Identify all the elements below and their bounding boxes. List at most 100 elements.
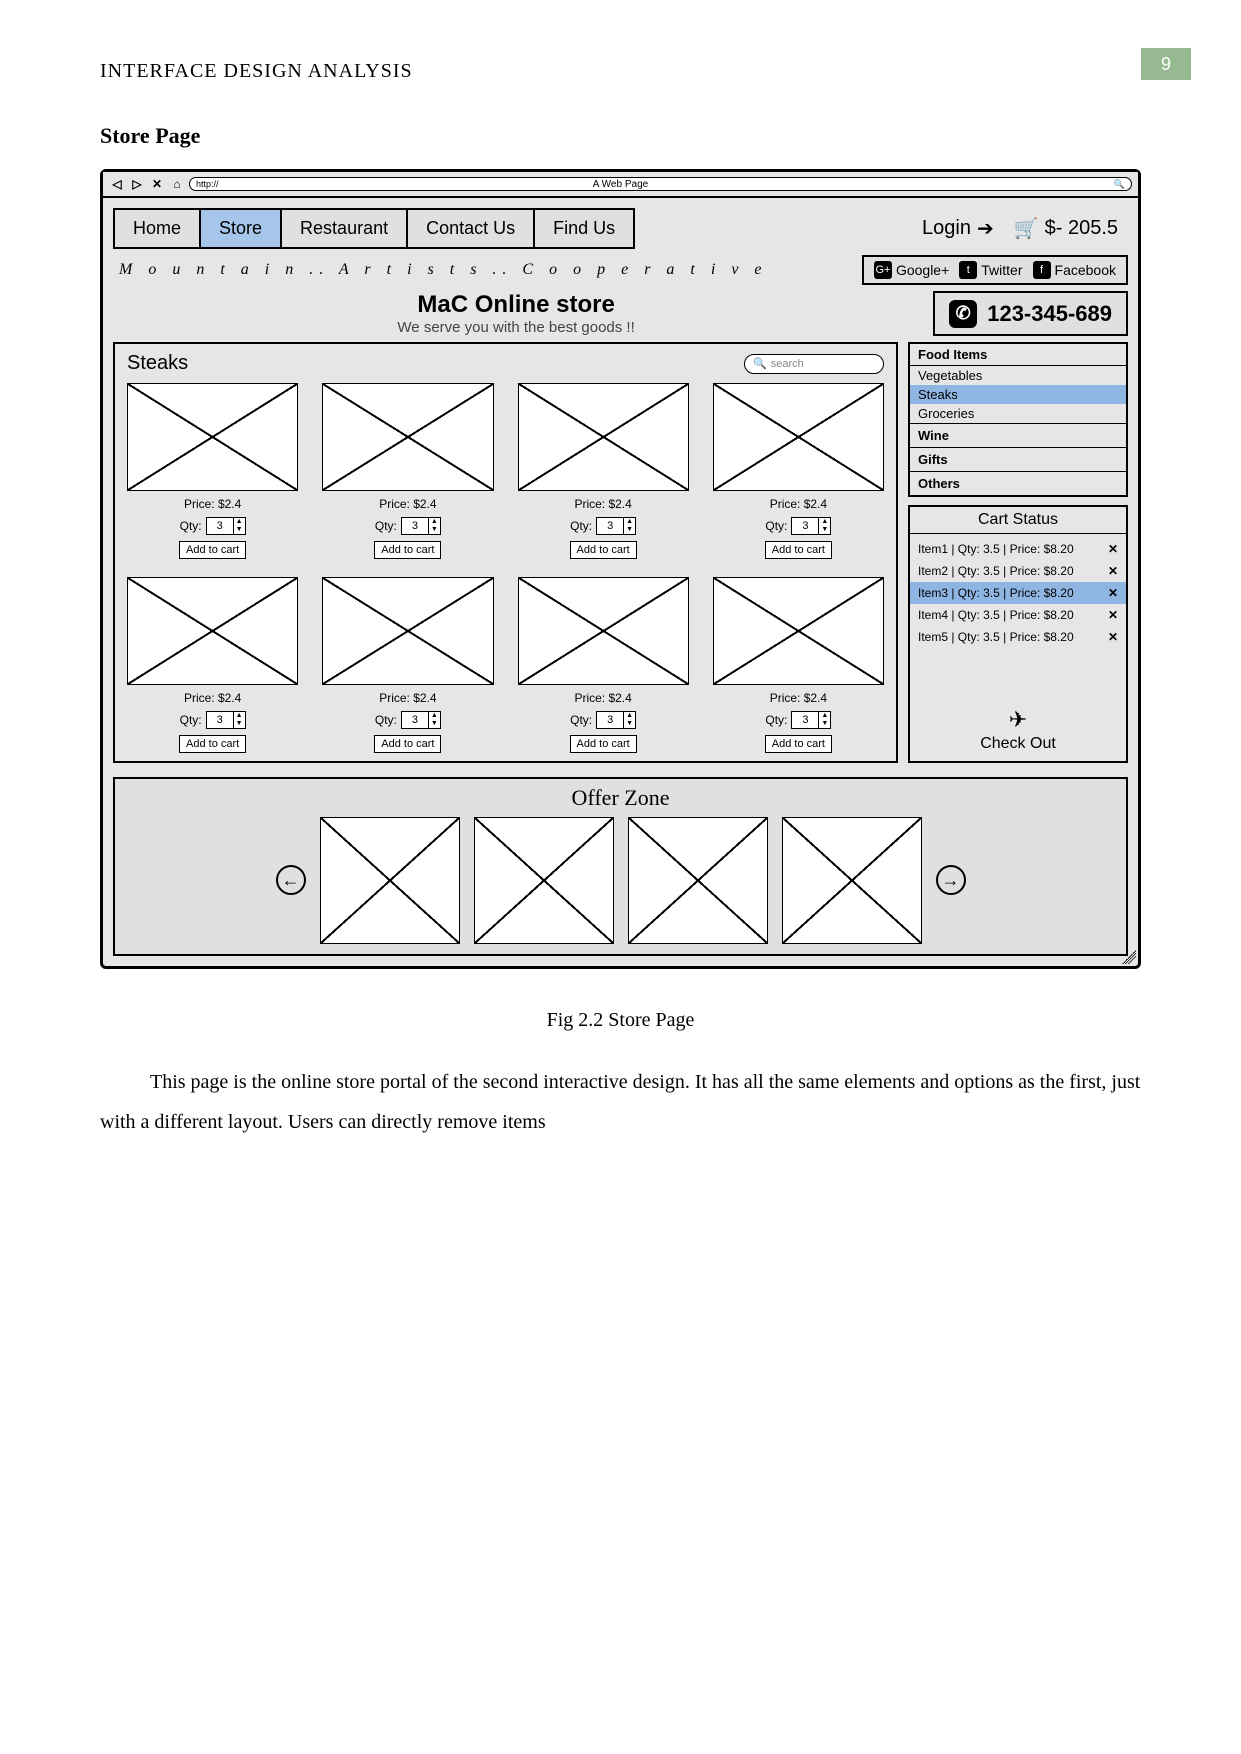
qty-down-icon[interactable]: ▼ <box>819 720 830 728</box>
product-card: Price: $2.4Qty:3▲▼Add to cart <box>713 577 884 753</box>
product-image-placeholder[interactable] <box>518 383 689 491</box>
tab-store[interactable]: Store <box>201 210 282 247</box>
add-to-cart-button[interactable]: Add to cart <box>570 541 637 559</box>
qty-down-icon[interactable]: ▼ <box>234 526 245 534</box>
qty-value: 3 <box>207 712 233 728</box>
close-icon[interactable]: ✕ <box>149 177 165 191</box>
offer-next-button[interactable]: → <box>936 865 966 895</box>
remove-item-button[interactable]: ✕ <box>1108 542 1118 556</box>
qty-stepper[interactable]: 3▲▼ <box>401 711 441 729</box>
category-item-others[interactable]: Others <box>910 471 1126 495</box>
social-twitter[interactable]: tTwitter <box>959 261 1022 279</box>
category-item-steaks[interactable]: Steaks <box>910 385 1126 404</box>
add-to-cart-button[interactable]: Add to cart <box>570 735 637 753</box>
cart-row: Item5 | Qty: 3.5 | Price: $8.20 ✕ <box>910 626 1126 648</box>
qty-up-icon[interactable]: ▲ <box>819 518 830 526</box>
qty-down-icon[interactable]: ▼ <box>234 720 245 728</box>
remove-item-button[interactable]: ✕ <box>1108 564 1118 578</box>
login-link[interactable]: Login <box>922 217 971 240</box>
offer-image-placeholder[interactable] <box>474 817 614 944</box>
qty-up-icon[interactable]: ▲ <box>624 712 635 720</box>
remove-item-button[interactable]: ✕ <box>1108 586 1118 600</box>
category-sidebar: Food Items VegetablesSteaksGroceries Win… <box>908 342 1128 497</box>
product-image-placeholder[interactable] <box>322 577 493 685</box>
tab-find-us[interactable]: Find Us <box>535 210 633 247</box>
search-icon[interactable]: 🔍 <box>1114 179 1125 190</box>
add-to-cart-button[interactable]: Add to cart <box>374 541 441 559</box>
social-facebook[interactable]: fFacebook <box>1033 261 1116 279</box>
qty-up-icon[interactable]: ▲ <box>429 518 440 526</box>
category-item-groceries[interactable]: Groceries <box>910 404 1126 423</box>
qty-up-icon[interactable]: ▲ <box>819 712 830 720</box>
qty-label: Qty: <box>570 519 592 533</box>
social-badge-icon: t <box>959 261 977 279</box>
product-image-placeholder[interactable] <box>518 577 689 685</box>
checkout-button[interactable]: Check Out <box>980 735 1056 753</box>
qty-stepper[interactable]: 3▲▼ <box>206 517 246 535</box>
url-bar[interactable]: http:// 🔍 <box>189 177 1132 191</box>
qty-up-icon[interactable]: ▲ <box>429 712 440 720</box>
remove-item-button[interactable]: ✕ <box>1108 608 1118 622</box>
qty-value: 3 <box>402 712 428 728</box>
checkout-icon[interactable]: ✈ <box>1009 707 1027 733</box>
product-image-placeholder[interactable] <box>322 383 493 491</box>
product-price: Price: $2.4 <box>379 497 436 511</box>
phone-icon: ✆ <box>949 300 977 328</box>
qty-down-icon[interactable]: ▼ <box>624 526 635 534</box>
qty-value: 3 <box>597 712 623 728</box>
qty-up-icon[interactable]: ▲ <box>234 712 245 720</box>
qty-stepper[interactable]: 3▲▼ <box>596 517 636 535</box>
qty-label: Qty: <box>375 713 397 727</box>
cart-icon[interactable]: 🛒 <box>1014 216 1039 241</box>
qty-stepper[interactable]: 3▲▼ <box>791 711 831 729</box>
qty-label: Qty: <box>180 519 202 533</box>
product-image-placeholder[interactable] <box>713 577 884 685</box>
store-title: MaC Online store <box>113 291 919 319</box>
add-to-cart-button[interactable]: Add to cart <box>179 541 246 559</box>
social-googleplus[interactable]: G+Google+ <box>874 261 949 279</box>
qty-stepper[interactable]: 3▲▼ <box>401 517 441 535</box>
phone-number: 123-345-689 <box>987 301 1112 327</box>
tab-restaurant[interactable]: Restaurant <box>282 210 408 247</box>
tab-contact-us[interactable]: Contact Us <box>408 210 535 247</box>
category-item-gifts[interactable]: Gifts <box>910 447 1126 471</box>
add-to-cart-button[interactable]: Add to cart <box>374 735 441 753</box>
category-item-vegetables[interactable]: Vegetables <box>910 366 1126 385</box>
add-to-cart-button[interactable]: Add to cart <box>765 735 832 753</box>
product-price: Price: $2.4 <box>574 497 631 511</box>
resize-grip-icon[interactable] <box>1122 950 1136 964</box>
cart-row-text: Item5 | Qty: 3.5 | Price: $8.20 <box>918 630 1074 644</box>
qty-stepper[interactable]: 3▲▼ <box>791 517 831 535</box>
cart-row: Item4 | Qty: 3.5 | Price: $8.20✕ <box>910 604 1126 626</box>
qty-down-icon[interactable]: ▼ <box>624 720 635 728</box>
product-image-placeholder[interactable] <box>713 383 884 491</box>
login-arrow-icon: ➔ <box>977 216 994 241</box>
tab-home[interactable]: Home <box>115 210 201 247</box>
qty-value: 3 <box>597 518 623 534</box>
add-to-cart-button[interactable]: Add to cart <box>179 735 246 753</box>
offer-image-placeholder[interactable] <box>628 817 768 944</box>
offer-prev-button[interactable]: ← <box>276 865 306 895</box>
product-image-placeholder[interactable] <box>127 383 298 491</box>
qty-down-icon[interactable]: ▼ <box>429 526 440 534</box>
qty-up-icon[interactable]: ▲ <box>234 518 245 526</box>
back-icon[interactable]: ◁ <box>109 177 125 191</box>
home-icon[interactable]: ⌂ <box>169 177 185 191</box>
add-to-cart-button[interactable]: Add to cart <box>765 541 832 559</box>
product-price: Price: $2.4 <box>770 497 827 511</box>
qty-down-icon[interactable]: ▼ <box>429 720 440 728</box>
qty-down-icon[interactable]: ▼ <box>819 526 830 534</box>
search-icon: 🔍 <box>753 357 767 370</box>
qty-stepper[interactable]: 3▲▼ <box>596 711 636 729</box>
qty-up-icon[interactable]: ▲ <box>624 518 635 526</box>
qty-value: 3 <box>792 518 818 534</box>
product-card: Price: $2.4Qty:3▲▼Add to cart <box>518 577 689 753</box>
product-image-placeholder[interactable] <box>127 577 298 685</box>
forward-icon[interactable]: ▷ <box>129 177 145 191</box>
remove-item-button[interactable]: ✕ <box>1108 630 1118 644</box>
offer-image-placeholder[interactable] <box>320 817 460 944</box>
offer-image-placeholder[interactable] <box>782 817 922 944</box>
qty-stepper[interactable]: 3▲▼ <box>206 711 246 729</box>
category-item-wine[interactable]: Wine <box>910 423 1126 447</box>
product-search-input[interactable]: 🔍 search <box>744 354 884 374</box>
